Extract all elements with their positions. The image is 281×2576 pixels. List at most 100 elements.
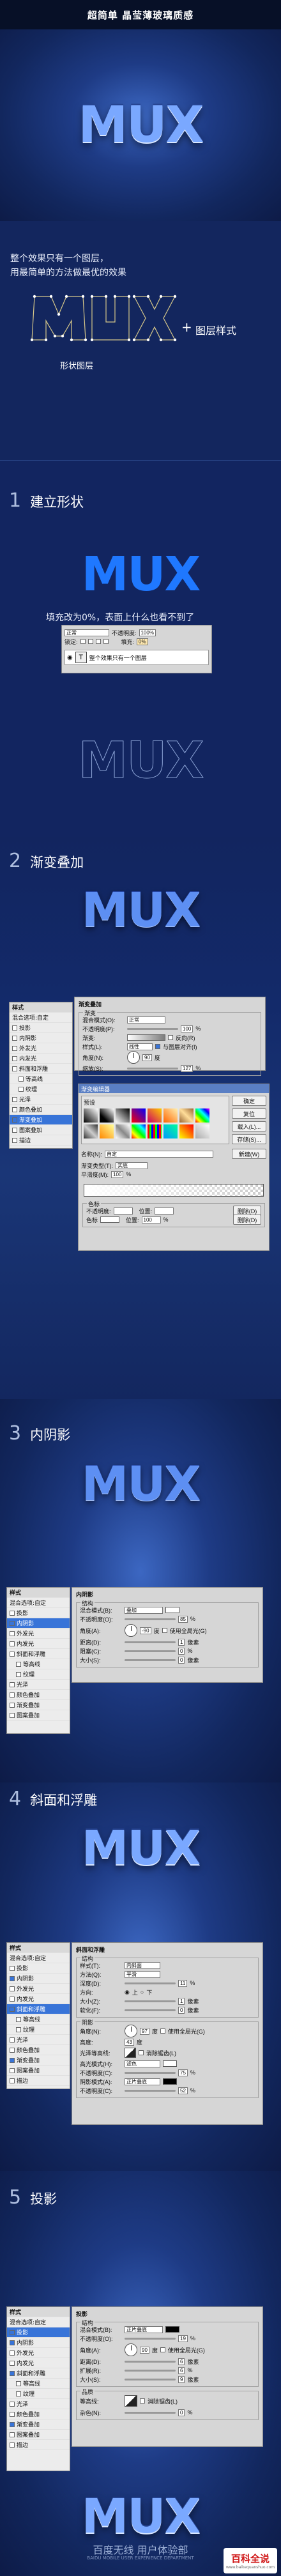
- style-item-inner-glow[interactable]: 内发光: [7, 1639, 70, 1649]
- spread-slider[interactable]: [125, 2369, 176, 2372]
- save-button[interactable]: 存储(S)...: [232, 1134, 266, 1144]
- style-item-outer-glow[interactable]: 外发光: [7, 1629, 70, 1639]
- stop-color-swatch[interactable]: [100, 1216, 120, 1223]
- type-select[interactable]: 实底: [116, 1162, 148, 1169]
- name-field[interactable]: 自定: [105, 1150, 213, 1158]
- style-item-blending[interactable]: 混合选项:自定: [7, 1598, 70, 1608]
- style-item-pattern-overlay[interactable]: 图案叠加: [10, 1125, 72, 1135]
- anti-alias-checkbox[interactable]: [140, 2398, 145, 2404]
- method-select[interactable]: 平滑: [125, 1970, 160, 1978]
- global-light-checkbox[interactable]: [160, 2028, 165, 2034]
- preset-swatch[interactable]: [132, 1124, 146, 1138]
- distance-slider[interactable]: [125, 1641, 176, 1643]
- angle-field[interactable]: 90: [142, 1054, 152, 1061]
- style-item-satin[interactable]: 光泽: [7, 2035, 70, 2045]
- opacity-slider[interactable]: [125, 2337, 176, 2340]
- spread-field[interactable]: 6: [178, 2366, 185, 2374]
- style-item-color-overlay[interactable]: 颜色叠加: [7, 1690, 70, 1700]
- style-item-satin[interactable]: 光泽: [10, 1094, 72, 1105]
- lock-position-icon[interactable]: [95, 639, 101, 644]
- angle-dial[interactable]: [125, 2343, 137, 2356]
- choke-field[interactable]: 0: [178, 1647, 185, 1655]
- preset-swatch[interactable]: [195, 1124, 209, 1138]
- style-item-satin[interactable]: 光泽: [7, 2399, 70, 2409]
- opacity-field[interactable]: 100%: [139, 629, 156, 636]
- shadow-mode-select[interactable]: 正片叠底: [125, 2078, 160, 2085]
- highlight-mode-select[interactable]: 滤色: [125, 2060, 160, 2067]
- opacity-field[interactable]: 19: [178, 2334, 188, 2342]
- blend-select[interactable]: 正常: [127, 1016, 165, 1023]
- style-item-satin[interactable]: 光泽: [7, 1680, 70, 1690]
- preset-swatch[interactable]: [163, 1108, 178, 1123]
- style-item-gradient-overlay[interactable]: 渐变叠加: [7, 1700, 70, 1710]
- style-item-stroke[interactable]: 描边: [7, 2440, 70, 2450]
- preset-swatch[interactable]: [195, 1108, 209, 1123]
- style-item-texture[interactable]: 纹理: [7, 2389, 70, 2399]
- visibility-eye-icon[interactable]: ◉: [67, 654, 73, 661]
- style-item-inner-glow[interactable]: 内发光: [7, 1994, 70, 2004]
- style-item-gradient-overlay[interactable]: 渐变叠加: [7, 2419, 70, 2430]
- blend-select[interactable]: 正片叠底: [125, 2326, 163, 2333]
- opacity-slider[interactable]: [125, 1618, 176, 1620]
- size-slider[interactable]: [125, 2000, 176, 2002]
- noise-field[interactable]: 0: [178, 2409, 185, 2416]
- style-item-outer-glow[interactable]: 外发光: [7, 1984, 70, 1994]
- style-item-texture[interactable]: 纹理: [7, 2025, 70, 2035]
- style-item-pattern-overlay[interactable]: 图案叠加: [7, 1710, 70, 1721]
- style-item-gradient-overlay[interactable]: 渐变叠加: [7, 2055, 70, 2066]
- opacity-slider[interactable]: [127, 1027, 178, 1030]
- preset-swatch[interactable]: [100, 1124, 114, 1138]
- style-item-outer-glow[interactable]: 外发光: [7, 2348, 70, 2358]
- size-field[interactable]: 0: [178, 1656, 185, 1664]
- highlight-opacity-field[interactable]: 75: [178, 2069, 188, 2076]
- choke-slider[interactable]: [125, 1650, 176, 1652]
- style-item-contour[interactable]: 等高线: [7, 2379, 70, 2389]
- style-item-inner-glow[interactable]: 内发光: [10, 1054, 72, 1064]
- style-item-bevel[interactable]: 斜面和浮雕: [7, 1649, 70, 1659]
- stop-location-field[interactable]: [155, 1207, 174, 1215]
- style-item-inner-glow[interactable]: 内发光: [7, 2358, 70, 2368]
- style-item-color-overlay[interactable]: 颜色叠加: [10, 1105, 72, 1115]
- preset-swatch[interactable]: [84, 1124, 98, 1138]
- style-item-pattern-overlay[interactable]: 图案叠加: [7, 2430, 70, 2440]
- depth-field[interactable]: 11: [178, 1979, 188, 1987]
- global-light-checkbox[interactable]: [162, 1628, 167, 1633]
- preset-swatch[interactable]: [116, 1124, 130, 1138]
- preset-swatch[interactable]: [179, 1124, 194, 1138]
- style-item-contour[interactable]: 等高线: [7, 1659, 70, 1669]
- preset-swatch[interactable]: [148, 1108, 162, 1123]
- distance-field[interactable]: 6: [178, 2358, 185, 2365]
- style-item-gradient-overlay[interactable]: 渐变叠加: [10, 1115, 72, 1125]
- reset-button[interactable]: 复位: [232, 1108, 266, 1119]
- distance-field[interactable]: 1: [178, 1638, 185, 1646]
- style-item-stroke[interactable]: 描边: [10, 1135, 72, 1146]
- delete-button[interactable]: 删除(D): [233, 1215, 261, 1225]
- distance-slider[interactable]: [125, 2360, 176, 2363]
- size-slider[interactable]: [125, 1659, 176, 1661]
- angle-dial[interactable]: [127, 1051, 140, 1064]
- style-item-bevel[interactable]: 斜面和浮雕: [7, 2368, 70, 2379]
- style-item-drop-shadow[interactable]: 投影: [7, 1963, 70, 1974]
- style-item-bevel[interactable]: 斜面和浮雕: [7, 2004, 70, 2014]
- gradient-bar[interactable]: [84, 1184, 264, 1197]
- stop-opacity-field[interactable]: [113, 1207, 133, 1215]
- opacity-field[interactable]: 85: [178, 1615, 188, 1623]
- style-item-drop-shadow[interactable]: 投影: [7, 1608, 70, 1618]
- shadow-color-swatch[interactable]: [165, 2326, 179, 2333]
- preset-swatch[interactable]: [163, 1124, 178, 1138]
- load-button[interactable]: 载入(L)...: [232, 1121, 266, 1131]
- global-light-checkbox[interactable]: [160, 2347, 165, 2352]
- location-field[interactable]: 100: [141, 1216, 161, 1223]
- highlight-opacity-slider[interactable]: [125, 2071, 176, 2074]
- style-item-inner-shadow[interactable]: 内阴影: [7, 1974, 70, 1984]
- size-slider[interactable]: [125, 2378, 176, 2380]
- preset-swatch[interactable]: [179, 1108, 194, 1123]
- style-item-blending[interactable]: 混合选项:自定: [10, 1013, 72, 1023]
- style-item-blending[interactable]: 混合选项:自定: [7, 1953, 70, 1963]
- angle-field[interactable]: -90: [140, 1627, 151, 1634]
- highlight-color-swatch[interactable]: [163, 2060, 177, 2067]
- depth-slider[interactable]: [125, 1982, 176, 1984]
- new-button[interactable]: 新建(W): [232, 1149, 266, 1159]
- shadow-opacity-field[interactable]: 52: [178, 2087, 188, 2094]
- style-item-contour[interactable]: 等高线: [7, 2014, 70, 2025]
